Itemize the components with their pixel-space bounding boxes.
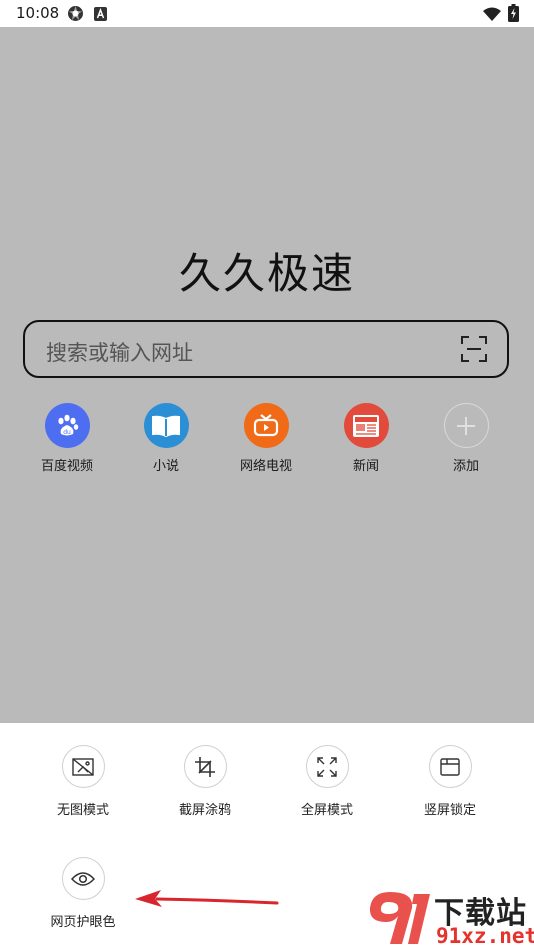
tv-icon [243, 403, 289, 448]
shortcut-add[interactable]: 添加 [416, 403, 516, 474]
shortcut-label: 添加 [452, 459, 479, 474]
tool-label: 截屏涂鸦 [178, 803, 231, 818]
battery-charging-icon [508, 4, 519, 26]
tool-label: 无图模式 [56, 803, 109, 818]
fullscreen-icon [305, 745, 349, 788]
eye-icon [61, 857, 105, 900]
plus-icon [443, 403, 489, 448]
settings-wheel-icon [67, 5, 84, 26]
shortcut-label: 网络电视 [239, 459, 292, 474]
tool-fullscreen-mode[interactable]: 全屏模式 [277, 745, 377, 818]
shortcut-label: 小说 [152, 459, 179, 474]
wifi-icon [483, 6, 501, 25]
screen-lock-icon [428, 745, 472, 788]
keyboard-a-icon [94, 6, 107, 25]
tool-label: 全屏模式 [300, 803, 353, 818]
status-time: 10:08 [16, 4, 60, 22]
tool-eye-protection-color[interactable]: 网页护眼色 [33, 857, 133, 930]
search-box[interactable]: 搜索或输入网址 [23, 320, 509, 378]
tool-screenshot-doodle[interactable]: 截屏涂鸦 [155, 745, 255, 818]
shortcut-novel[interactable]: 小说 [116, 403, 216, 474]
book-icon [143, 403, 189, 448]
shortcut-label: 新闻 [352, 459, 379, 474]
scan-icon[interactable] [461, 336, 487, 366]
tool-label: 网页护眼色 [50, 915, 116, 930]
site-watermark: 下载站 91xz.net [360, 886, 534, 950]
search-placeholder: 搜索或输入网址 [46, 341, 193, 365]
shortcut-baidu-video[interactable]: du 百度视频 [17, 403, 117, 474]
tool-no-image-mode[interactable]: 无图模式 [33, 745, 133, 818]
no-image-icon [61, 745, 105, 788]
crop-icon [183, 745, 227, 788]
svg-text:du: du [63, 429, 71, 436]
shortcut-news[interactable]: 新闻 [316, 403, 416, 474]
watermark-domain: 91xz.net [436, 924, 534, 948]
tool-label: 竖屏锁定 [423, 803, 476, 818]
shortcut-label: 百度视频 [40, 459, 93, 474]
watermark-logo-icon [369, 892, 430, 944]
brand-title: 久久极速 [178, 249, 355, 298]
tool-portrait-lock[interactable]: 竖屏锁定 [400, 745, 500, 818]
status-bar: 10:08 [0, 0, 534, 27]
shortcut-network-tv[interactable]: 网络电视 [216, 403, 316, 474]
red-arrow-annotation [135, 890, 279, 907]
news-icon [343, 403, 389, 448]
baidu-paw-icon: du [44, 403, 90, 448]
